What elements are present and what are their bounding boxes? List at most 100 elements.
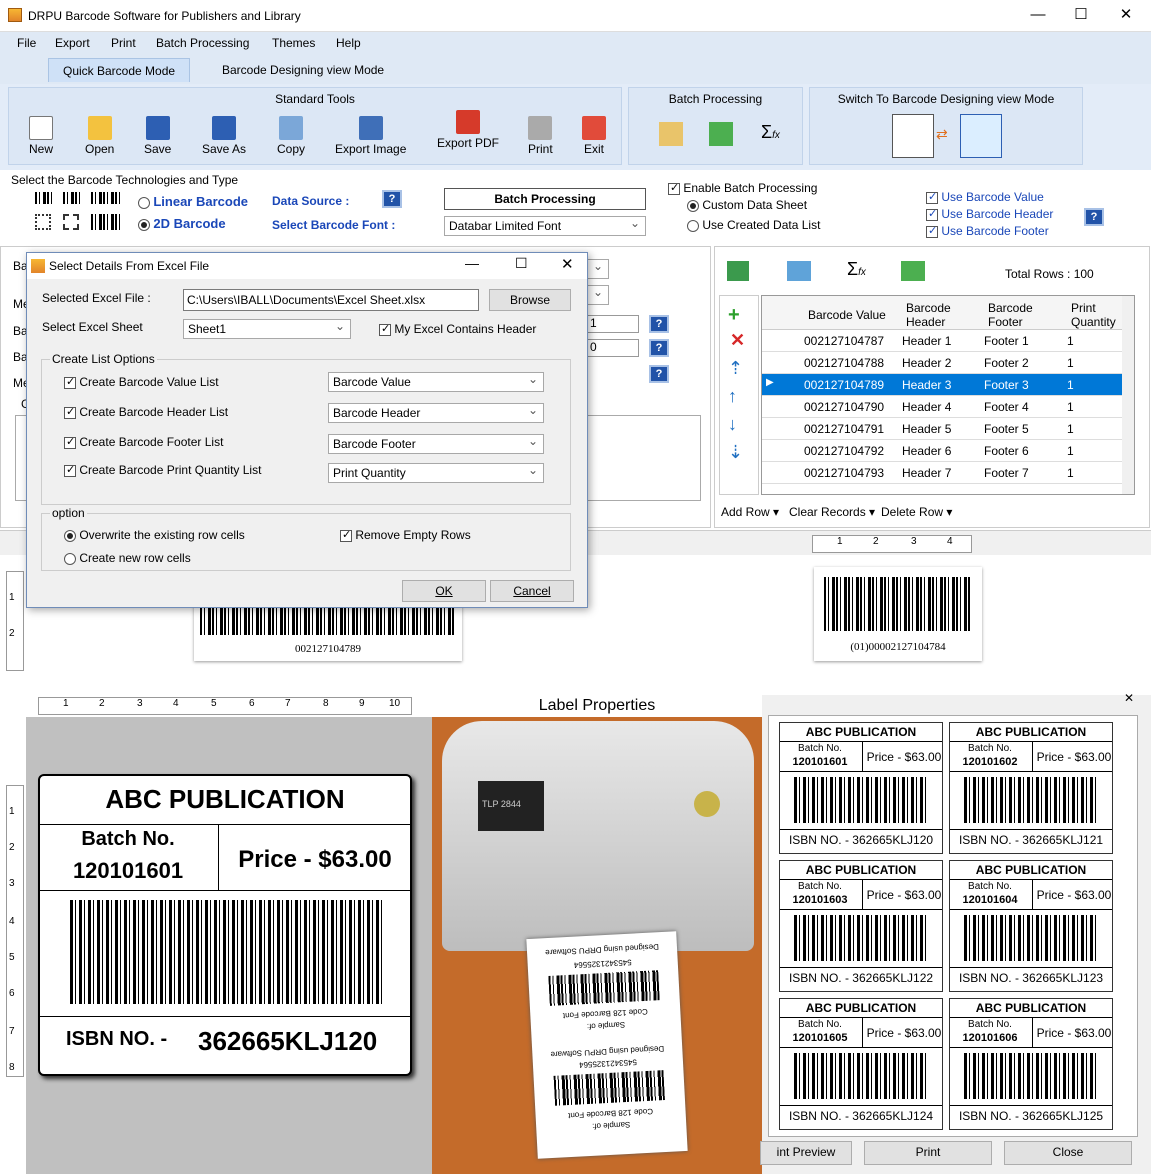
table-cell[interactable]: Footer 1 — [984, 334, 1029, 348]
created-list-radio[interactable] — [687, 219, 699, 232]
enable-batch-checkbox[interactable]: Enable Batch Processing — [668, 181, 817, 195]
remove-empty-check[interactable] — [340, 528, 352, 542]
batch-processing-button[interactable]: Batch Processing — [444, 188, 646, 210]
close-button[interactable]: Close — [1004, 1141, 1132, 1165]
excel-export-icon[interactable] — [901, 261, 925, 281]
move-down-icon[interactable]: ↓ — [728, 414, 737, 435]
setting-select[interactable] — [587, 259, 609, 279]
close-icon[interactable]: ✕ — [1116, 6, 1136, 24]
export-pdf-button[interactable]: Export PDF — [437, 110, 499, 150]
save-as-button[interactable]: Save As — [202, 116, 246, 156]
2d-radio[interactable] — [138, 218, 150, 231]
save-button[interactable]: Save — [144, 116, 171, 156]
excel-icon[interactable] — [727, 261, 749, 281]
table-cell[interactable]: Footer 7 — [984, 466, 1029, 480]
menu-themes[interactable]: Themes — [272, 36, 315, 50]
setting-select[interactable] — [587, 285, 609, 305]
barcode-window-icon[interactable] — [892, 114, 934, 158]
move-top-icon[interactable]: ⇡ — [728, 358, 743, 379]
table-row[interactable]: 002127104793 Header 7 Footer 7 1 — [762, 462, 1122, 484]
table-cell[interactable]: 1 — [1067, 466, 1074, 480]
menu-help[interactable]: Help — [336, 36, 361, 50]
close-icon[interactable]: ✕ — [561, 255, 574, 273]
column-header[interactable]: Barcode Header — [906, 301, 976, 329]
sheet-select[interactable]: Sheet1 — [183, 319, 351, 339]
list-source-select[interactable]: Barcode Footer — [328, 434, 544, 454]
table-row[interactable]: 002127104792 Header 6 Footer 6 1 — [762, 440, 1122, 462]
menu-print[interactable]: Print — [111, 36, 136, 50]
maximize-icon[interactable]: ☐ — [1071, 6, 1091, 24]
file-path-input[interactable]: C:\Users\IBALL\Documents\Excel Sheet.xls… — [183, 289, 479, 311]
table-row[interactable]: 002127104788 Header 2 Footer 2 1 — [762, 352, 1122, 374]
maximize-icon[interactable]: ☐ — [515, 255, 528, 272]
formula-icon[interactable]: Σfx — [847, 259, 866, 280]
clear-records-button[interactable]: Clear Records ▾ — [789, 505, 875, 519]
import-icon[interactable] — [787, 261, 811, 281]
menu-batch-processing[interactable]: Batch Processing — [156, 36, 249, 50]
create-list-option[interactable]: Create Barcode Print Quantity List — [64, 463, 261, 477]
print-preview-button[interactable]: int Preview — [760, 1141, 852, 1165]
delete-row-button[interactable]: Delete Row ▾ — [881, 505, 952, 519]
create-list-check[interactable] — [64, 405, 76, 419]
table-cell[interactable]: 002127104791 — [804, 422, 884, 436]
copy-button[interactable]: Copy — [277, 116, 305, 156]
add-row-button[interactable]: Add Row ▾ — [721, 505, 779, 519]
help-icon[interactable]: ? — [649, 315, 669, 333]
close-icon[interactable]: ✕ — [1124, 691, 1134, 705]
contains-header-checkbox[interactable]: My Excel Contains Header — [379, 322, 536, 336]
table-row[interactable]: 002127104790 Header 4 Footer 4 1 — [762, 396, 1122, 418]
table-cell[interactable]: 002127104789 — [804, 378, 884, 392]
use-barcode-value-checkbox[interactable]: Use Barcode Value — [926, 190, 1044, 204]
create-list-option[interactable]: Create Barcode Value List — [64, 375, 219, 389]
table-cell[interactable]: Footer 2 — [984, 356, 1029, 370]
table-cell[interactable]: Header 3 — [902, 378, 951, 392]
table-cell[interactable]: Header 7 — [902, 466, 951, 480]
browse-button[interactable]: Browse — [489, 289, 571, 311]
new-button[interactable]: New — [29, 116, 53, 156]
new-rows-option[interactable]: Create new row cells — [64, 551, 191, 565]
formula-icon[interactable]: Σfx — [761, 122, 780, 143]
table-cell[interactable]: Header 2 — [902, 356, 951, 370]
table-cell[interactable]: Footer 3 — [984, 378, 1029, 392]
table-cell[interactable]: Header 6 — [902, 444, 951, 458]
table-cell[interactable]: Header 1 — [902, 334, 951, 348]
table-cell[interactable]: 002127104790 — [804, 400, 884, 414]
table-cell[interactable]: 1 — [1067, 422, 1074, 436]
font-select[interactable]: Databar Limited Font — [444, 216, 646, 236]
open-button[interactable]: Open — [85, 116, 114, 156]
overwrite-option[interactable]: Overwrite the existing row cells — [64, 528, 245, 542]
table-cell[interactable]: Header 4 — [902, 400, 951, 414]
list-source-select[interactable]: Barcode Header — [328, 403, 544, 423]
table-cell[interactable]: Footer 6 — [984, 444, 1029, 458]
contains-header-check[interactable] — [379, 322, 391, 336]
table-row[interactable]: 002127104787 Header 1 Footer 1 1 — [762, 330, 1122, 352]
add-row-icon[interactable]: + — [728, 304, 740, 327]
table-cell[interactable]: 1 — [1067, 356, 1074, 370]
linear-barcode-option[interactable]: Linear Barcode — [138, 194, 248, 209]
use-footer-check[interactable] — [926, 224, 938, 238]
ok-button[interactable]: OK — [402, 580, 486, 602]
create-list-check[interactable] — [64, 435, 76, 449]
table-row[interactable]: ▶ 002127104789 Header 3 Footer 3 1 — [762, 374, 1122, 396]
minimize-icon[interactable]: — — [1028, 6, 1048, 24]
help-icon[interactable]: ? — [1084, 208, 1104, 226]
excel-import-icon[interactable] — [709, 122, 733, 146]
table-cell[interactable]: 1 — [1067, 334, 1074, 348]
table-cell[interactable]: 1 — [1067, 444, 1074, 458]
move-bottom-icon[interactable]: ⇣ — [728, 442, 743, 463]
cancel-button[interactable]: Cancel — [490, 580, 574, 602]
help-icon[interactable]: ? — [382, 190, 402, 208]
list-source-select[interactable]: Print Quantity — [328, 463, 544, 483]
new-rows-radio[interactable] — [64, 552, 76, 565]
help-icon[interactable]: ? — [649, 339, 669, 357]
move-up-icon[interactable]: ↑ — [728, 386, 737, 407]
delete-row-icon[interactable]: ✕ — [730, 330, 745, 351]
help-icon[interactable]: ? — [649, 365, 669, 383]
exit-button[interactable]: Exit — [582, 116, 606, 156]
list-source-select[interactable]: Barcode Value — [328, 372, 544, 392]
custom-sheet-radio[interactable] — [687, 199, 699, 212]
column-header[interactable]: Barcode Footer — [988, 301, 1058, 329]
column-header[interactable]: Barcode Value — [808, 308, 886, 322]
menu-file[interactable]: File — [17, 36, 36, 50]
export-image-button[interactable]: Export Image — [335, 116, 406, 156]
